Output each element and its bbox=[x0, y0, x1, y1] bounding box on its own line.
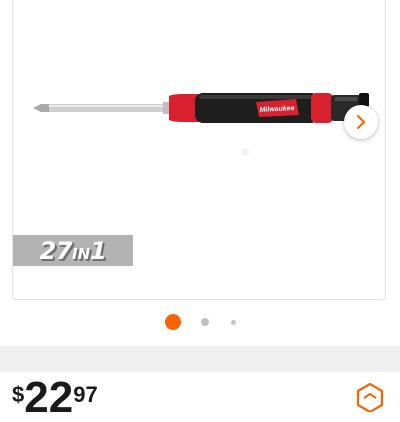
handle-front-red bbox=[169, 94, 199, 122]
product-price: $2297 bbox=[12, 376, 98, 420]
carousel-dot-1[interactable] bbox=[164, 314, 181, 330]
section-divider bbox=[0, 346, 400, 372]
pieces-badge-text: 27IN1 bbox=[39, 236, 107, 265]
carousel-dot-2[interactable] bbox=[200, 318, 209, 326]
price-cents: 97 bbox=[73, 382, 98, 407]
price-currency: $ bbox=[12, 382, 25, 407]
price-dollars: 22 bbox=[24, 373, 74, 422]
chevron-right-icon bbox=[357, 115, 365, 129]
carousel-dots bbox=[0, 313, 400, 331]
screwdriver-tip bbox=[33, 104, 51, 112]
handle-rear-red bbox=[311, 93, 333, 123]
carousel-next-button[interactable] bbox=[344, 105, 378, 139]
hexagon-badge-icon[interactable] bbox=[356, 382, 384, 412]
carousel-dot-3[interactable] bbox=[230, 319, 236, 325]
pieces-badge: 27IN1 bbox=[13, 235, 133, 266]
